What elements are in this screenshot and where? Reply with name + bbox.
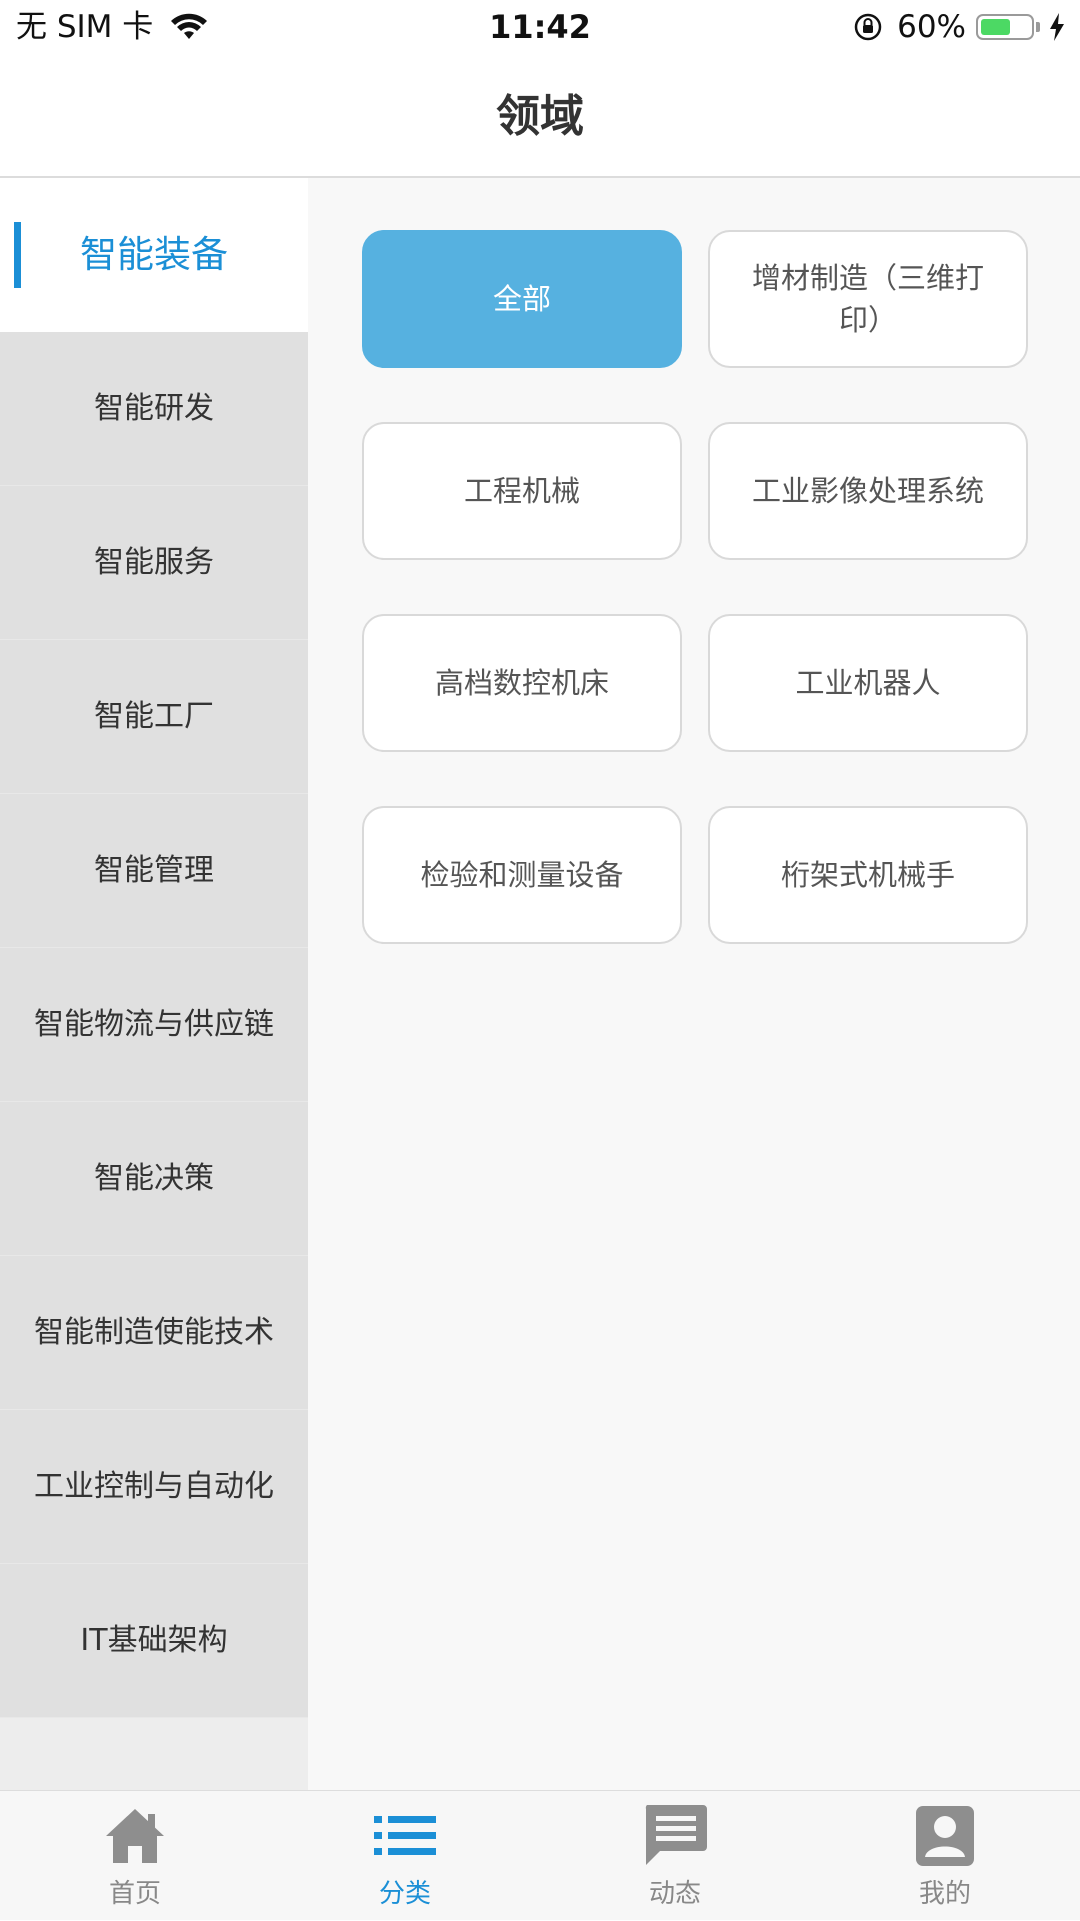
tag-industrial-robots[interactable]: 工业机器人 <box>708 614 1028 752</box>
sidebar-item-smart-equipment[interactable]: 智能装备 <box>0 178 308 332</box>
profile-icon <box>916 1806 974 1866</box>
tag-industrial-imaging[interactable]: 工业影像处理系统 <box>708 422 1028 560</box>
tag-label: 检验和测量设备 <box>420 858 624 892</box>
charging-icon <box>1050 13 1064 41</box>
tab-label: 首页 <box>108 1879 161 1909</box>
tag-gantry-manipulator[interactable]: 桁架式机械手 <box>708 806 1028 944</box>
tab-activity[interactable]: 动态 <box>540 1791 810 1921</box>
sidebar-item-label: 智能管理 <box>94 852 214 888</box>
sidebar-item-smart-logistics[interactable]: 智能物流与供应链 <box>0 948 308 1102</box>
tag-inspection-equipment[interactable]: 检验和测量设备 <box>362 806 682 944</box>
home-icon <box>106 1809 164 1863</box>
tag-label: 工程机械 <box>463 474 580 508</box>
list-icon <box>374 1816 436 1855</box>
tag-label: 工业影像处理系统 <box>751 474 984 508</box>
tag-label: 工业机器人 <box>795 666 941 700</box>
sidebar-item-smart-factory[interactable]: 智能工厂 <box>0 640 308 794</box>
sidebar-item-label: 智能研发 <box>94 390 214 426</box>
orientation-lock-icon <box>854 13 882 41</box>
tag-cnc-machine-tools[interactable]: 高档数控机床 <box>362 614 682 752</box>
sidebar-item-label: 智能物流与供应链 <box>34 1006 274 1042</box>
battery-tip <box>1036 22 1040 32</box>
sidebar-item-industrial-control[interactable]: 工业控制与自动化 <box>0 1410 308 1564</box>
status-right: 60% <box>853 8 1066 46</box>
sidebar-item-label: 智能工厂 <box>94 698 214 734</box>
battery-fill <box>981 19 1010 35</box>
sidebar-item-label: 智能制造使能技术 <box>34 1314 274 1350</box>
sidebar-item-smart-decision[interactable]: 智能决策 <box>0 1102 308 1256</box>
tag-additive-manufacturing[interactable]: 增材制造（三维打印） <box>708 230 1028 368</box>
tab-label: 动态 <box>648 1879 701 1909</box>
battery-icon <box>976 14 1034 40</box>
tab-label: 我的 <box>918 1879 971 1909</box>
category-sidebar: 智能装备 智能研发 智能服务 智能工厂 智能管理 智能物流与供应链 智能决策 智… <box>0 178 308 1790</box>
sidebar-item-label: 工业控制与自动化 <box>34 1468 274 1504</box>
tab-profile[interactable]: 我的 <box>810 1791 1080 1921</box>
tag-construction-machinery[interactable]: 工程机械 <box>362 422 682 560</box>
tab-home[interactable]: 首页 <box>0 1791 270 1921</box>
sidebar-item-smart-service[interactable]: 智能服务 <box>0 486 308 640</box>
tab-category[interactable]: 分类 <box>270 1791 540 1921</box>
sidebar-item-label: IT基础架构 <box>80 1622 228 1658</box>
sidebar-item-it-infrastructure[interactable]: IT基础架构 <box>0 1564 308 1718</box>
sidebar-item-label: 智能装备 <box>80 233 228 276</box>
page-title: 领域 <box>496 91 584 142</box>
tag-label: 增材制造（三维打印） <box>751 261 984 337</box>
nav-bar: 领域 <box>0 54 1080 178</box>
status-bar: 无 SIM 卡 11:42 60% <box>0 0 1080 54</box>
sidebar-item-smart-management[interactable]: 智能管理 <box>0 794 308 948</box>
tag-label: 桁架式机械手 <box>780 858 955 892</box>
message-icon <box>645 1805 707 1865</box>
sidebar-item-label: 智能服务 <box>94 544 214 580</box>
tag-label: 高档数控机床 <box>434 666 609 700</box>
sidebar-item-enabling-tech[interactable]: 智能制造使能技术 <box>0 1256 308 1410</box>
sidebar-item-label: 智能决策 <box>94 1160 214 1196</box>
subcategory-panel: 全部 增材制造（三维打印） 工程机械 工业影像处理系统 高档数控机床 工业机器人… <box>308 178 1080 1790</box>
tag-label: 全部 <box>492 282 551 316</box>
tab-label: 分类 <box>378 1879 431 1909</box>
sidebar-item-smart-rnd[interactable]: 智能研发 <box>0 332 308 486</box>
battery-percent: 60% <box>897 9 966 45</box>
tab-bar: 首页 分类 动态 我的 <box>0 1790 1080 1920</box>
selected-indicator <box>14 222 21 288</box>
tag-all[interactable]: 全部 <box>362 230 682 368</box>
